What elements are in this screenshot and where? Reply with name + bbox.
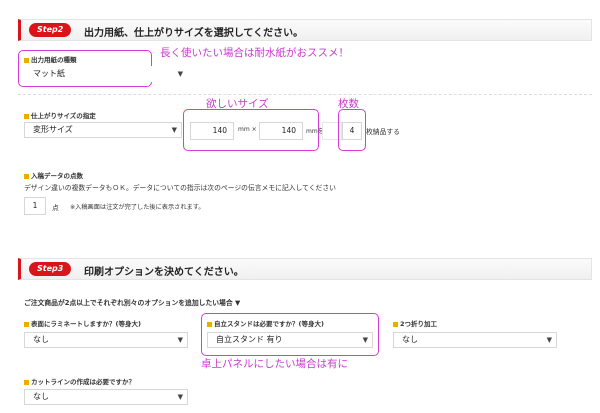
cutline-value: なし [33,392,49,401]
fold-select[interactable]: なし ▼ [393,332,557,348]
width-input[interactable]: 140 [190,122,234,140]
chevron-down-icon: ▼ [177,393,183,401]
stand-value: 自立スタンド 有り [216,335,283,344]
stand-label: 自立スタンドは必要ですか？(等身大) [207,318,324,328]
data-count-description: デザイン違いの複数データもＯＫ。データについての指示は次のページの伝言メモに記入… [24,184,336,192]
data-count-unit: 点 [52,204,59,212]
annotation-waterproof: 長く使いたい場合は耐水紙がおススメ！ [160,47,349,59]
paper-type-value: マット紙 [33,69,65,78]
height-input[interactable]: 140 [259,122,303,140]
step3-header: Step3 印刷オプションを決めてください。 [18,258,592,280]
step3-title: 印刷オプションを決めてください。 [84,267,244,278]
laminate-select[interactable]: なし ▼ [24,332,188,348]
cutline-label: カットラインの作成は必要ですか？ [24,376,135,386]
chevron-down-icon: ▼ [177,70,183,78]
laminate-value: なし [33,335,49,344]
finish-size-value: 変形サイズ [33,125,73,134]
finish-size-label: 仕上がりサイズの指定 [24,110,96,120]
annotation-stand: 卓上パネルにしたい場合は有に [201,358,348,370]
quantity-input[interactable]: 4 [342,122,362,140]
cutline-select[interactable]: なし ▼ [24,389,188,405]
finish-size-select[interactable]: 変形サイズ ▼ [24,122,182,138]
paper-type-label: 出力用紙の種類 [24,54,77,64]
step2-header: Step2 出力用紙、仕上がりサイズを選択してください。 [18,19,592,41]
stand-select[interactable]: 自立スタンド 有り ▼ [207,332,373,348]
step3-badge: Step3 [29,262,72,276]
data-count-label: 入稿データの点数 [24,170,83,180]
chevron-down-icon: ▼ [546,336,552,344]
step2-badge: Step2 [29,23,72,37]
data-count-note: ※入稿画面は注文が完了した後に表示されます。 [70,204,205,211]
chevron-down-icon: ▼ [362,336,368,344]
unit-mm-times: mm × [238,126,257,133]
fold-value: なし [402,335,418,344]
laminate-label: 表面にラミネートしますか？(等身大) [24,318,141,328]
paper-type-select[interactable]: マット紙 ▼ [24,66,188,82]
quantity-suffix: 枚納品する [366,128,400,136]
data-count-input[interactable]: 1 [24,197,46,215]
chevron-down-icon: ▼ [177,336,183,344]
divider [18,94,592,95]
chevron-down-icon: ▼ [171,126,177,134]
option-intro: ご注文商品が2点以上でそれぞれ別々のオプションを追加したい場合 ▼ [24,299,241,307]
fold-label: 2つ折り加工 [393,318,437,328]
step2-title: 出力用紙、仕上がりサイズを選択してください。 [84,28,304,39]
